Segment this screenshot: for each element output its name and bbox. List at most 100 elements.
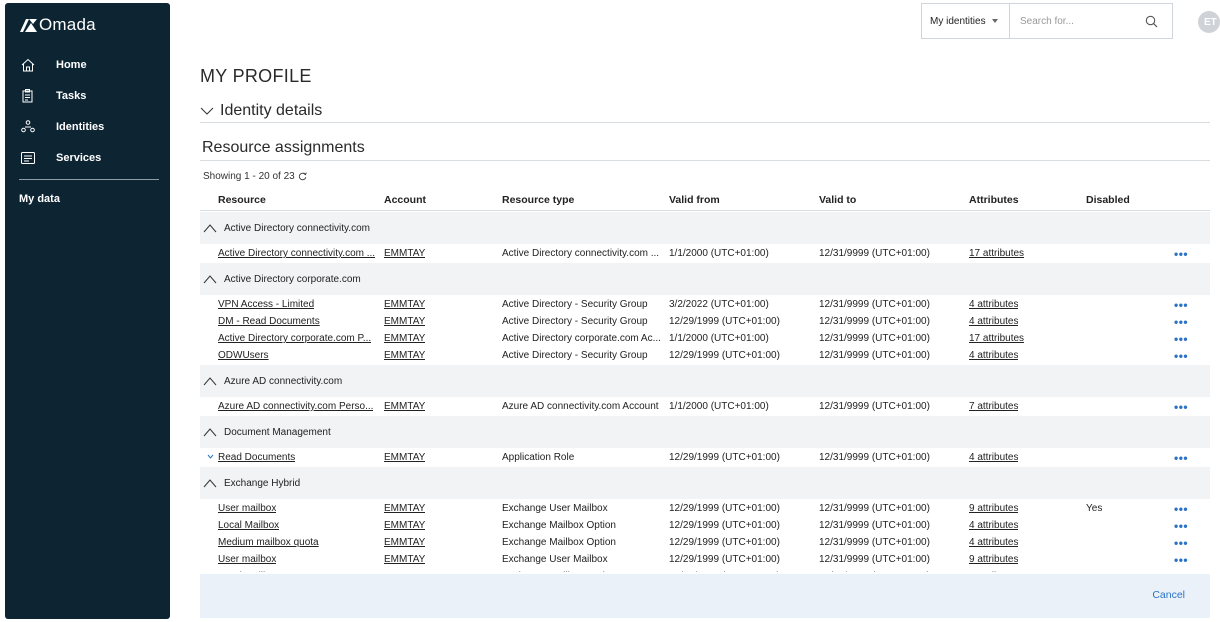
more-options-icon[interactable]: •••: [1174, 349, 1188, 363]
cell-account[interactable]: EMMTAY: [384, 554, 425, 565]
cell-from: 12/29/1999 (UTC+01:00): [669, 537, 780, 548]
sidebar-item-home[interactable]: Home: [5, 53, 170, 77]
search-icon[interactable]: [1145, 15, 1158, 28]
table-row[interactable]: Azure AD connectivity.com Perso... EMMTAY…: [200, 399, 1210, 416]
column-header-attributes[interactable]: Attributes: [969, 194, 1019, 206]
table-row[interactable]: Active Directory corporate.com P... EMMTA…: [200, 331, 1210, 348]
cell-attributes[interactable]: 4 attributes: [969, 571, 1018, 572]
identity-details-header[interactable]: Identity details: [200, 99, 1210, 123]
cell-account[interactable]: EMMTAY: [384, 299, 425, 310]
cell-account[interactable]: EMMTAY: [384, 452, 425, 463]
table-row[interactable]: ODWUsers EMMTAY Active Directory - Securit…: [200, 348, 1210, 365]
caret-down-icon: [991, 19, 998, 23]
more-options-icon[interactable]: •••: [1174, 570, 1188, 572]
cell-attributes[interactable]: 4 attributes: [969, 537, 1018, 548]
cell-attributes[interactable]: 17 attributes: [969, 333, 1024, 344]
sidebar-item-tasks[interactable]: Tasks: [5, 84, 170, 108]
cell-resource[interactable]: Read Documents: [218, 452, 295, 463]
cell-resource[interactable]: User mailbox: [218, 503, 276, 514]
cell-resource[interactable]: Local Mailbox: [218, 520, 279, 531]
column-header-resource-type[interactable]: Resource type: [502, 194, 574, 206]
sidebar-item-my-data[interactable]: My data: [19, 193, 60, 205]
table-row[interactable]: Read Documents EMMTAY Application Role 12/2…: [200, 450, 1210, 467]
cell-attributes[interactable]: 7 attributes: [969, 401, 1018, 412]
cell-resource[interactable]: Active Directory connectivity.com ...: [218, 248, 375, 259]
table-row[interactable]: User mailbox EMMTAY Exchange User Mailbox 1…: [200, 552, 1210, 569]
cell-account[interactable]: EMMTAY: [384, 520, 425, 531]
cell-account[interactable]: EMMTAY: [384, 503, 425, 514]
column-header-disabled[interactable]: Disabled: [1086, 194, 1130, 206]
cell-account[interactable]: EMMTAY: [384, 401, 425, 412]
tasks-icon: [20, 88, 36, 104]
showing-count-text: Showing 1 - 20 of 23: [203, 171, 295, 182]
table-row[interactable]: Medium mailbox quota EMMTAY Exchange Mailb…: [200, 535, 1210, 552]
cell-account[interactable]: EMMTAY: [384, 333, 425, 344]
avatar[interactable]: ET: [1198, 11, 1220, 33]
cell-attributes[interactable]: 4 attributes: [969, 520, 1018, 531]
resource-assignments-title: Resource assignments: [202, 139, 365, 156]
cell-attributes[interactable]: 9 attributes: [969, 554, 1018, 565]
more-options-icon[interactable]: •••: [1174, 502, 1188, 516]
chevron-down-icon[interactable]: [207, 453, 214, 460]
cell-resource[interactable]: ODWUsers: [218, 350, 269, 361]
table-row[interactable]: Active Directory connectivity.com ... EMM…: [200, 246, 1210, 263]
table-row[interactable]: User mailbox EMMTAY Exchange User Mailbox 1…: [200, 501, 1210, 518]
more-options-icon[interactable]: •••: [1174, 315, 1188, 329]
cell-attributes[interactable]: 9 attributes: [969, 503, 1018, 514]
group-header[interactable]: Azure AD connectivity.com: [200, 365, 1210, 397]
cell-attributes[interactable]: 4 attributes: [969, 299, 1018, 310]
more-options-icon[interactable]: •••: [1174, 519, 1188, 533]
search-input[interactable]: [1020, 15, 1140, 27]
cell-account[interactable]: EMMTAY: [384, 571, 425, 572]
refresh-icon[interactable]: [298, 172, 307, 181]
more-options-icon[interactable]: •••: [1174, 247, 1188, 261]
chevron-up-icon: [203, 224, 217, 233]
column-header-resource[interactable]: Resource: [218, 194, 266, 206]
cell-resource[interactable]: Azure AD connectivity.com Perso...: [218, 401, 373, 412]
group-title: Document Management: [224, 426, 331, 438]
cell-attributes[interactable]: 4 attributes: [969, 316, 1018, 327]
more-options-icon[interactable]: •••: [1174, 298, 1188, 312]
more-options-icon[interactable]: •••: [1174, 553, 1188, 567]
table-row[interactable]: VPN Access - Limited EMMTAY Active Directo…: [200, 297, 1210, 314]
more-options-icon[interactable]: •••: [1174, 332, 1188, 346]
group-header[interactable]: Active Directory connectivity.com: [200, 212, 1210, 244]
cell-resource[interactable]: Medium mailbox quota: [218, 537, 319, 548]
column-header-valid-from[interactable]: Valid from: [669, 194, 720, 206]
group-header[interactable]: Document Management: [200, 416, 1210, 448]
cell-attributes[interactable]: 4 attributes: [969, 452, 1018, 463]
cell-account[interactable]: EMMTAY: [384, 350, 425, 361]
cell-account[interactable]: EMMTAY: [384, 248, 425, 259]
cell-to: 12/31/9999 (UTC+01:00): [819, 571, 930, 572]
cell-attributes[interactable]: 17 attributes: [969, 248, 1024, 259]
cell-resource[interactable]: Local Mailbox: [218, 571, 279, 572]
sidebar-item-services[interactable]: Services: [5, 146, 170, 170]
cell-account[interactable]: EMMTAY: [384, 316, 425, 327]
page-title: MY PROFILE: [200, 66, 312, 86]
table-row[interactable]: DM - Read Documents EMMTAY Active Director…: [200, 314, 1210, 331]
sidebar-item-identities[interactable]: Identities: [5, 115, 170, 139]
cell-to: 12/31/9999 (UTC+01:00): [819, 316, 930, 327]
group-header[interactable]: Active Directory corporate.com: [200, 263, 1210, 295]
cell-attributes[interactable]: 4 attributes: [969, 350, 1018, 361]
cell-resource[interactable]: VPN Access - Limited: [218, 299, 314, 310]
cell-account[interactable]: EMMTAY: [384, 537, 425, 548]
omada-logo[interactable]: Omada: [19, 15, 96, 35]
chevron-up-icon: [203, 428, 217, 437]
more-options-icon[interactable]: •••: [1174, 536, 1188, 550]
cell-resource[interactable]: User mailbox: [218, 554, 276, 565]
group-header[interactable]: Exchange Hybrid: [200, 467, 1210, 499]
cell-from: 1/1/2000 (UTC+01:00): [669, 333, 769, 344]
cancel-button[interactable]: Cancel: [1152, 589, 1185, 601]
cell-to: 12/31/9999 (UTC+01:00): [819, 401, 930, 412]
column-header-valid-to[interactable]: Valid to: [819, 194, 856, 206]
column-header-account[interactable]: Account: [384, 194, 426, 206]
cell-resource[interactable]: DM - Read Documents: [218, 316, 320, 327]
cell-to: 12/31/9999 (UTC+01:00): [819, 452, 930, 463]
table-row[interactable]: Local Mailbox EMMTAY Exchange Mailbox Opti…: [200, 569, 1210, 572]
more-options-icon[interactable]: •••: [1174, 400, 1188, 414]
more-options-icon[interactable]: •••: [1174, 451, 1188, 465]
identity-scope-select[interactable]: My identities: [921, 3, 1009, 39]
table-row[interactable]: Local Mailbox EMMTAY Exchange Mailbox Opti…: [200, 518, 1210, 535]
cell-resource[interactable]: Active Directory corporate.com P...: [218, 333, 371, 344]
